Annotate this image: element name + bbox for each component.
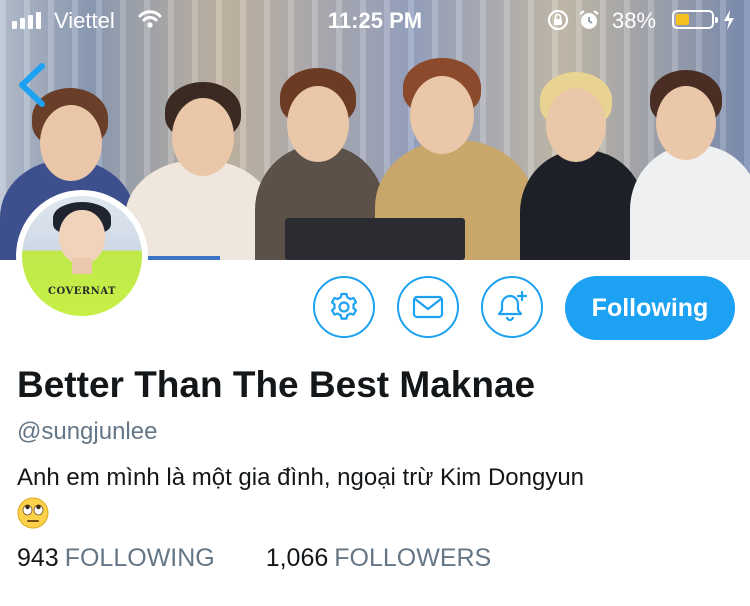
envelope-icon xyxy=(412,295,444,319)
following-button[interactable]: Following xyxy=(565,276,735,340)
settings-button[interactable] xyxy=(313,276,375,338)
banner-person-head xyxy=(410,76,474,154)
avatar-face xyxy=(59,210,105,264)
banner-person xyxy=(630,145,750,260)
face-with-rolling-eyes-icon xyxy=(17,497,49,529)
avatar-image: COVERNAT xyxy=(22,196,142,316)
banner-laptop xyxy=(285,218,465,260)
bell-plus-icon xyxy=(497,290,528,322)
status-bar: Viettel 11:25 PM 38% xyxy=(0,0,750,40)
alarm-icon xyxy=(578,9,600,37)
following-link[interactable]: 943 FOLLOWING xyxy=(17,544,222,572)
banner-person-head xyxy=(40,105,102,181)
banner-person-head xyxy=(172,98,234,176)
chevron-left-icon xyxy=(19,63,45,107)
following-label: FOLLOWING xyxy=(64,544,215,572)
banner-person xyxy=(520,150,645,260)
notifications-button[interactable] xyxy=(481,276,543,338)
avatar-shirt-text: COVERNAT xyxy=(48,286,116,297)
profile-avatar[interactable]: COVERNAT xyxy=(16,190,148,322)
banner-detail xyxy=(140,256,220,260)
orientation-lock-icon xyxy=(546,9,570,37)
followers-label: FOLLOWERS xyxy=(334,544,492,572)
display-name: Better Than The Best Maknae xyxy=(17,364,536,405)
avatar-neck xyxy=(72,258,92,274)
gear-icon xyxy=(330,292,358,320)
followers-link[interactable]: 1,066 FOLLOWERS xyxy=(266,544,492,572)
profile-stats: 943 FOLLOWING 1,066 FOLLOWERS xyxy=(17,544,491,573)
followers-count: 1,066 xyxy=(265,544,329,572)
battery-nub xyxy=(715,17,718,23)
battery-fill xyxy=(676,14,689,25)
battery-icon xyxy=(672,10,718,29)
profile-bio: Anh em mình là một gia đình, ngoại trừ K… xyxy=(17,464,585,491)
banner-person-head xyxy=(287,86,349,162)
back-button[interactable] xyxy=(14,62,54,108)
user-handle: @sungjunlee xyxy=(17,418,158,445)
banner-person-head xyxy=(656,86,716,160)
message-button[interactable] xyxy=(397,276,459,338)
banner-person-head xyxy=(546,88,606,162)
following-count: 943 xyxy=(17,544,59,572)
battery-percent: 38% xyxy=(612,8,657,33)
charging-bolt-icon xyxy=(722,9,736,37)
